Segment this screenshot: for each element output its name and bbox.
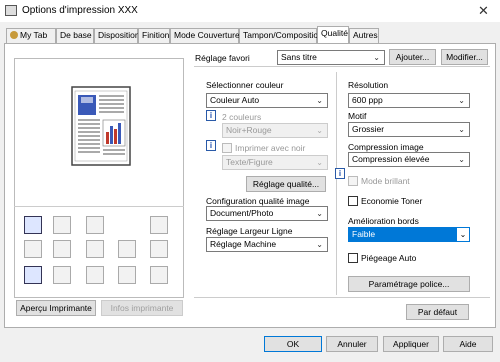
tab-disposition[interactable]: Disposition: [94, 28, 140, 43]
tab-autres[interactable]: Autres: [349, 28, 379, 43]
tab-label: My Tab: [20, 30, 48, 40]
font-settings-button[interactable]: Paramétrage police...: [348, 276, 470, 292]
favorite-value: Sans titre: [281, 52, 317, 62]
pattern-value: Grossier: [352, 124, 385, 134]
title-bar: Options d'impression XXX ✕: [0, 0, 500, 22]
chevron-down-icon: ⌄: [458, 96, 465, 105]
page-preview-icon: [71, 86, 131, 166]
divider: [14, 206, 184, 207]
window-title: Options d'impression XXX: [22, 5, 138, 16]
two-colors-value: Noir+Rouge: [226, 125, 272, 135]
ok-button[interactable]: OK: [264, 336, 322, 352]
print-black-label: Imprimer avec noir: [235, 143, 306, 153]
printer-info-button: Infos imprimante: [101, 300, 183, 316]
tab-qualite[interactable]: Qualité: [317, 26, 349, 43]
font-icon: [86, 240, 104, 258]
image-quality-value: Document/Photo: [210, 208, 274, 218]
pattern-icon: [86, 216, 104, 234]
modify-favorite-button[interactable]: Modifier...: [441, 49, 488, 65]
two-colors-label: 2 couleurs: [222, 112, 262, 122]
toner-saving-label: Economie Toner: [361, 196, 423, 206]
default-button[interactable]: Par défaut: [406, 304, 469, 320]
divider: [336, 72, 337, 295]
line-width-icon: [86, 266, 104, 284]
favorite-select[interactable]: Sans titre ⌄: [277, 50, 385, 65]
divider: [194, 66, 490, 67]
edge-enhance-value: Faible: [352, 229, 376, 239]
tab-finition[interactable]: Finition: [138, 28, 170, 43]
cancel-button[interactable]: Annuler: [326, 336, 378, 352]
image-quality-label: Configuration qualité image: [206, 196, 310, 206]
glossy-checkbox: [348, 176, 358, 186]
chevron-down-icon: ⌄: [316, 209, 323, 218]
print-black-select: Texte/Figure ⌄: [222, 155, 328, 170]
printer-view-button[interactable]: Aperçu Imprimante: [16, 300, 96, 316]
glossy-icon: [53, 266, 71, 284]
two-colors-select: Noir+Rouge ⌄: [222, 123, 328, 138]
line-width-select[interactable]: Réglage Machine ⌄: [206, 237, 328, 252]
chevron-down-icon: ⌄: [458, 125, 465, 134]
info-icon: i: [206, 140, 216, 151]
resolution-value: 600 ppp: [352, 95, 383, 105]
edge-icon: [150, 240, 168, 258]
divider: [194, 297, 490, 298]
image-quality-select[interactable]: Document/Photo ⌄: [206, 206, 328, 221]
tab-my-tab[interactable]: My Tab: [6, 28, 56, 43]
color-value: Couleur Auto: [210, 95, 260, 105]
compression-label: Compression image: [348, 142, 424, 152]
resolution-label: Résolution: [348, 80, 389, 90]
user-icon: [10, 31, 18, 39]
chevron-down-icon: ⌄: [373, 53, 380, 62]
compression-value: Compression élevée: [352, 154, 430, 164]
tab-bar: My Tab De base Disposition Finition Mode…: [0, 26, 500, 43]
quality-settings-button[interactable]: Réglage qualité...: [246, 176, 326, 192]
printer-icon: [5, 5, 17, 16]
add-favorite-button[interactable]: Ajouter...: [389, 49, 436, 65]
line-width-label: Réglage Largeur Ligne: [206, 226, 293, 236]
glossy-label: Mode brillant: [361, 176, 410, 186]
line-width-value: Réglage Machine: [210, 239, 277, 249]
apply-button[interactable]: Appliquer: [383, 336, 439, 352]
toner-icon: [118, 240, 136, 258]
black-print-icon: [53, 240, 71, 258]
color-select[interactable]: Couleur Auto ⌄: [206, 93, 328, 108]
color-mode-icon: [24, 216, 42, 234]
chevron-down-icon: ⌄: [316, 96, 323, 105]
chevron-down-icon: ⌄: [316, 126, 323, 135]
pattern-label: Motif: [348, 111, 367, 121]
compression-select[interactable]: Compression élevée ⌄: [348, 152, 470, 167]
two-color-icon: [24, 240, 42, 258]
chevron-down-icon: ⌄: [458, 155, 465, 164]
color-label: Sélectionner couleur: [206, 80, 284, 90]
print-black-checkbox: [222, 143, 232, 153]
chevron-down-icon: ⌄: [316, 158, 323, 167]
auto-trapping-label: Piégeage Auto: [361, 253, 417, 263]
edge-enhance-select[interactable]: Faible ⌄: [348, 227, 470, 242]
tab-de-base[interactable]: De base: [56, 28, 94, 43]
auto-trapping-checkbox[interactable]: [348, 253, 358, 263]
chevron-down-icon: ⌄: [457, 228, 469, 241]
info-icon: i: [335, 168, 345, 179]
help-button[interactable]: Aide: [443, 336, 493, 352]
trapping-icon: [150, 266, 168, 284]
resolution-icon: [53, 216, 71, 234]
compression-icon: [150, 216, 168, 234]
tab-mode-couverture[interactable]: Mode Couverture: [170, 28, 240, 43]
favorite-label: Réglage favori: [195, 53, 250, 63]
toner-saving-checkbox[interactable]: [348, 196, 358, 206]
quality-icon: [24, 266, 42, 284]
info-icon: i: [206, 110, 216, 121]
chevron-down-icon: ⌄: [316, 240, 323, 249]
resolution-select[interactable]: 600 ppp ⌄: [348, 93, 470, 108]
print-black-value: Texte/Figure: [226, 157, 273, 167]
tab-tampon-composition[interactable]: Tampon/Composition: [239, 28, 323, 43]
close-icon[interactable]: ✕: [478, 3, 489, 19]
edge-enhance-label: Amélioration bords: [348, 216, 419, 226]
image-icon: [118, 266, 136, 284]
pattern-select[interactable]: Grossier ⌄: [348, 122, 470, 137]
